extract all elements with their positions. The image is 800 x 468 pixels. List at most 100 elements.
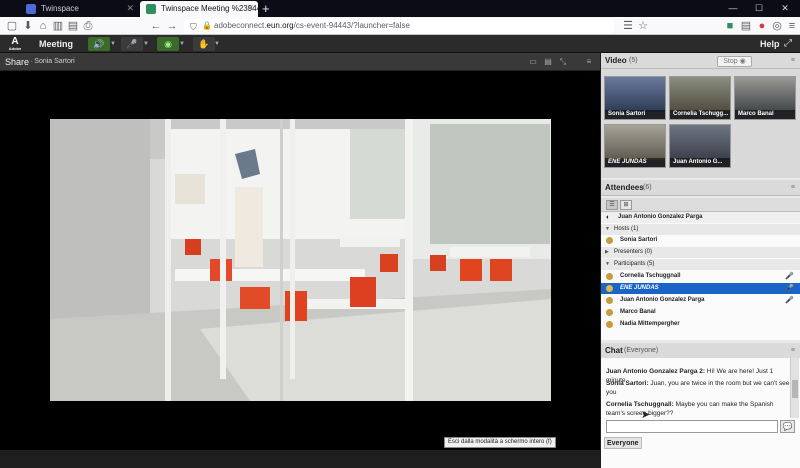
send-message-icon[interactable]: 💬 bbox=[780, 420, 795, 433]
print-icon[interactable]: ⎙ bbox=[82, 20, 94, 32]
chat-input[interactable] bbox=[606, 420, 778, 433]
attendee-name: ENE JUNDAS bbox=[620, 285, 659, 291]
attendee-name: Sonia Sartori bbox=[620, 237, 658, 243]
microphone-icon[interactable]: 🎤 bbox=[121, 37, 143, 51]
extension-red-icon[interactable]: ● bbox=[756, 20, 768, 32]
webcam-dropdown-icon[interactable]: ▼ bbox=[179, 37, 187, 51]
attendee-row[interactable]: Nadia Mittempergher bbox=[601, 319, 800, 330]
close-window-icon[interactable]: ✕ bbox=[772, 0, 798, 17]
video-tile[interactable]: Marco Banal bbox=[734, 76, 796, 120]
collapse-arrow-icon[interactable]: ▼ bbox=[605, 259, 610, 270]
collapse-arrow-icon[interactable]: ▶ bbox=[605, 247, 609, 258]
video-tile[interactable]: ENE JUNDAS bbox=[604, 124, 666, 168]
attendee-row[interactable]: Marco Banal bbox=[601, 307, 800, 318]
document-view-icon[interactable]: ▤ bbox=[543, 57, 553, 67]
forward-icon[interactable]: → bbox=[166, 20, 178, 32]
raise-hand-icon[interactable]: ✋ bbox=[193, 37, 215, 51]
breakout-view-icon[interactable]: ⊞ bbox=[620, 200, 632, 210]
chat-scrollbar[interactable] bbox=[790, 358, 799, 418]
view-mode-icon[interactable]: ▭ bbox=[528, 57, 538, 67]
reader-view-icon[interactable]: ☰ bbox=[622, 20, 634, 32]
scrollbar-thumb[interactable] bbox=[792, 380, 798, 398]
video-tile[interactable]: Sonia Sartori bbox=[604, 76, 666, 120]
fit-screen-icon[interactable]: ⤡ bbox=[558, 57, 568, 67]
group-presenters[interactable]: ▶ Presenters (0) bbox=[601, 247, 800, 258]
menu-hamburger-icon[interactable]: ≡ bbox=[786, 20, 798, 32]
list-view-icon[interactable]: ☰ bbox=[606, 200, 618, 210]
synced-tabs-icon[interactable]: ▤ bbox=[67, 20, 79, 32]
user-icon bbox=[606, 321, 613, 328]
attendees-count: (6) bbox=[643, 184, 652, 191]
attendee-row[interactable]: Sonia Sartori bbox=[601, 235, 800, 246]
minimize-window-icon[interactable]: — bbox=[720, 0, 746, 17]
mic-muted-icon: 🎤 bbox=[785, 273, 794, 280]
chat-message: Cornelia Tschuggnall: Maybe you can make… bbox=[606, 400, 790, 418]
group-participants[interactable]: ▼ Participants (5) bbox=[601, 259, 800, 270]
back-icon[interactable]: ← bbox=[150, 20, 162, 32]
library-icon[interactable]: ▥ bbox=[52, 20, 64, 32]
close-tab-icon[interactable]: ✕ bbox=[126, 1, 134, 16]
chat-sender: Juan Antonio Gonzalez Parga 2: bbox=[606, 368, 706, 375]
stop-video-button[interactable]: Stop ◉ bbox=[717, 56, 752, 67]
help-menu[interactable]: Help bbox=[760, 35, 780, 53]
home-icon[interactable]: ⌂ bbox=[37, 20, 49, 32]
attendees-list: ◐ Juan Antonio Gonzalez Parga ▼ Hosts (1… bbox=[601, 212, 800, 340]
chat-pod-header: Chat (Everyone) ≡ bbox=[601, 343, 800, 359]
raise-hand-dropdown-icon[interactable]: ▼ bbox=[214, 37, 222, 51]
address-bar[interactable]: ⛉ 🔒 adobeconnect.eun.org/cs-event-94443/… bbox=[184, 19, 614, 33]
classroom-scene bbox=[50, 119, 551, 401]
fullscreen-exit-tooltip: Esci dalla modalità a schermo intero (f) bbox=[444, 437, 556, 448]
webcam-status-icon: ◐ bbox=[606, 214, 611, 221]
lock-icon[interactable]: 🔒 bbox=[202, 19, 212, 33]
browser-tab-meeting[interactable]: Twinspace Meeting %2394443 ✕ bbox=[140, 1, 258, 17]
group-hosts[interactable]: ▼ Hosts (1) bbox=[601, 224, 800, 235]
video-tile[interactable]: Cornelia Tschugg... bbox=[669, 76, 731, 120]
attendees-pod-title: Attendees bbox=[605, 183, 644, 192]
attendees-pod-menu-icon[interactable]: ≡ bbox=[791, 180, 795, 196]
browser-nav-bar: ▢ ⬇ ⌂ ▥ ▤ ⎙ ← → ⛉ 🔒 adobeconnect.eun.org… bbox=[0, 17, 800, 35]
video-feed bbox=[670, 125, 730, 160]
chat-sender: Sonia Sartori: bbox=[606, 380, 649, 387]
close-tab-icon[interactable]: ✕ bbox=[246, 1, 254, 16]
attendee-row-selected[interactable]: ENE JUNDAS 🎤 bbox=[601, 283, 800, 294]
browser-tab-twinspace[interactable]: Twinspace ✕ bbox=[20, 1, 138, 17]
webcam-icon[interactable]: ◉ bbox=[157, 37, 179, 51]
my-status-row[interactable]: ◐ Juan Antonio Gonzalez Parga bbox=[601, 212, 800, 223]
my-name: Juan Antonio Gonzalez Parga bbox=[618, 214, 703, 220]
speaker-icon[interactable]: 🔊 bbox=[88, 37, 110, 51]
chat-recipient-tab[interactable]: Everyone bbox=[604, 437, 642, 449]
user-icon bbox=[606, 237, 613, 244]
video-tile-name: Marco Banal bbox=[735, 110, 795, 119]
attendee-row[interactable]: Cornelia Tschuggnall 🎤 bbox=[601, 271, 800, 282]
maximize-window-icon[interactable]: ☐ bbox=[746, 0, 772, 17]
pod-options-icon[interactable]: ≡ bbox=[584, 57, 594, 67]
video-tile[interactable]: Juan Antonio G... bbox=[669, 124, 731, 168]
video-pod-title: Video bbox=[605, 56, 627, 65]
meeting-menu[interactable]: Meeting bbox=[39, 35, 73, 53]
meeting-favicon-icon bbox=[146, 4, 156, 14]
share-pod-header: Share · Sonia Sartori ▭ ▤ ⤡ ≡ bbox=[0, 53, 600, 71]
speaker-dropdown-icon[interactable]: ▼ bbox=[110, 37, 118, 51]
reader-icon[interactable]: ▤ bbox=[740, 20, 752, 32]
sidebar-toggle-icon[interactable]: ▢ bbox=[6, 20, 18, 32]
bookmark-star-icon[interactable]: ☆ bbox=[637, 20, 649, 32]
user-icon bbox=[606, 273, 613, 280]
video-tile-name: Sonia Sartori bbox=[605, 110, 665, 119]
tracking-shield-icon[interactable]: ⛉ bbox=[190, 20, 197, 34]
attendee-row[interactable]: Juan Antonio Gonzalez Parga 🎤 bbox=[601, 295, 800, 306]
extension-green-icon[interactable]: ■ bbox=[724, 20, 736, 32]
chat-pod-menu-icon[interactable]: ≡ bbox=[791, 343, 795, 359]
fullscreen-icon[interactable]: ⤢ bbox=[784, 38, 792, 50]
right-panel: Video (5) Stop ◉ ≡ Sonia Sartori Corneli… bbox=[601, 53, 800, 468]
new-tab-button[interactable]: + bbox=[262, 1, 270, 16]
collapse-arrow-icon[interactable]: ▼ bbox=[605, 224, 610, 235]
attendee-name: Marco Banal bbox=[620, 309, 656, 315]
video-pod-menu-icon[interactable]: ≡ bbox=[791, 53, 795, 69]
account-icon[interactable]: ◎ bbox=[771, 20, 783, 32]
downloads-icon[interactable]: ⬇ bbox=[22, 20, 34, 32]
video-feed bbox=[670, 77, 730, 112]
url-path: /cs-event-94443/?launcher=false bbox=[293, 21, 410, 30]
share-presenter-name: · Sonia Sartori bbox=[30, 58, 75, 65]
attendees-view-bar: ☰ ⊞ bbox=[601, 198, 800, 212]
microphone-dropdown-icon[interactable]: ▼ bbox=[143, 37, 151, 51]
